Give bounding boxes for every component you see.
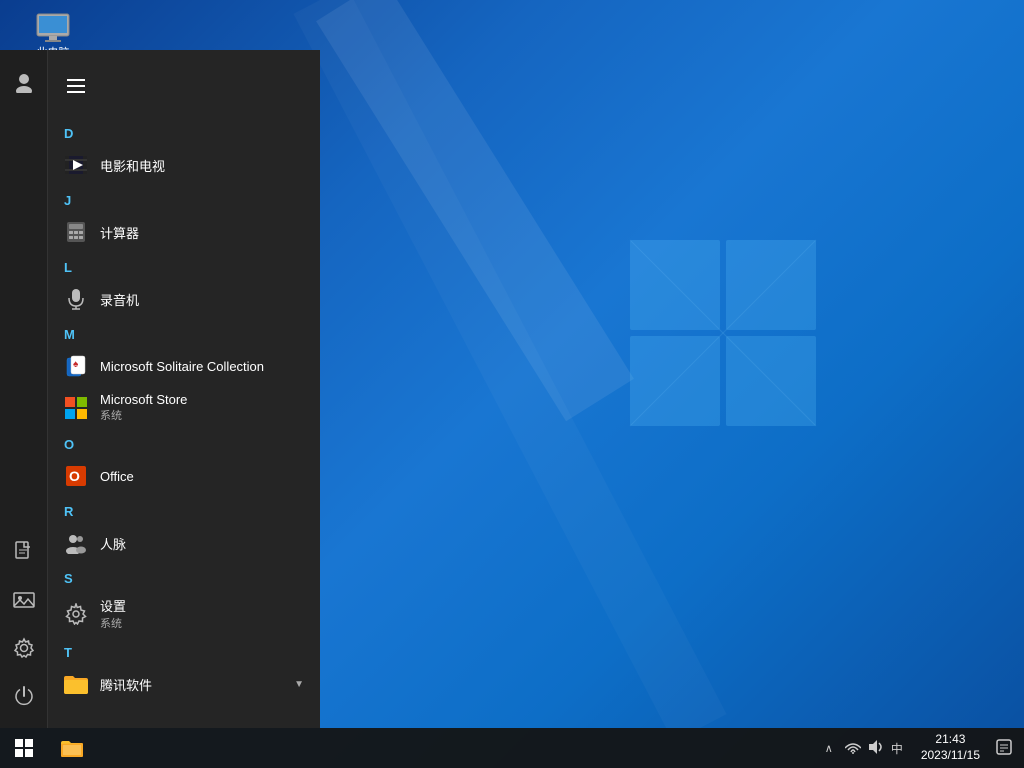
calculator-icon <box>64 220 88 244</box>
settings-name-label: 设置 <box>100 596 126 615</box>
people-label: 人脉 <box>100 534 126 553</box>
hamburger-button[interactable] <box>56 66 96 106</box>
section-o: O <box>48 429 320 456</box>
svg-text:♠: ♠ <box>73 359 79 370</box>
sidebar-profile[interactable] <box>0 58 48 106</box>
office-svg-icon: O <box>65 465 87 487</box>
film-icon <box>65 156 87 174</box>
this-pc-image <box>33 12 73 44</box>
sidebar-document[interactable] <box>0 528 48 576</box>
app-tencent[interactable]: 腾讯软件 ▼ <box>48 664 320 704</box>
hamburger-icon <box>67 79 85 93</box>
app-recorder[interactable]: 录音机 <box>48 279 320 319</box>
tray-volume-icon[interactable] <box>867 739 883 758</box>
taskbar-tray: ∧ 中 21:43 2023/11/15 <box>819 728 1024 768</box>
store-text: Microsoft Store 系统 <box>100 392 187 423</box>
recorder-icon <box>64 287 88 311</box>
section-d: D <box>48 118 320 145</box>
svg-text:O: O <box>69 468 80 484</box>
tray-icons: ∧ 中 <box>819 739 909 758</box>
app-solitaire[interactable]: ♠ Microsoft Solitaire Collection <box>48 346 320 386</box>
movies-tv-label: 电影和电视 <box>100 156 165 175</box>
document-icon <box>14 541 34 563</box>
app-store[interactable]: Microsoft Store 系统 <box>48 386 320 429</box>
windows-logo-icon <box>15 739 33 757</box>
gear-icon <box>65 603 87 625</box>
app-calculator[interactable]: 计算器 <box>48 212 320 252</box>
office-label: Office <box>100 469 134 484</box>
store-name-label: Microsoft Store <box>100 392 187 407</box>
cards-icon: ♠ <box>65 355 87 377</box>
app-people[interactable]: 人脉 <box>48 523 320 563</box>
section-j: J <box>48 185 320 212</box>
solitaire-label: Microsoft Solitaire Collection <box>100 359 264 374</box>
file-explorer-taskbar-button[interactable] <box>48 728 96 768</box>
clock-date: 2023/11/15 <box>921 748 980 764</box>
tray-network-icon[interactable] <box>845 740 861 757</box>
section-r: R <box>48 496 320 523</box>
settings-subtitle-label: 系统 <box>100 615 126 631</box>
notification-button[interactable] <box>992 728 1016 768</box>
movies-tv-icon <box>64 153 88 177</box>
clock-time: 21:43 <box>935 732 965 748</box>
taskbar-clock[interactable]: 21:43 2023/11/15 <box>913 732 988 763</box>
tray-chevron-icon[interactable]: ∧ <box>825 742 833 755</box>
store-subtitle-label: 系统 <box>100 407 187 423</box>
sidebar-power[interactable] <box>0 672 48 720</box>
taskbar: ∧ 中 21:43 2023/11/15 <box>0 728 1024 768</box>
mic-icon <box>67 288 85 310</box>
folder-icon <box>64 674 88 694</box>
section-m: M <box>48 319 320 346</box>
start-button[interactable] <box>0 728 48 768</box>
settings-menu-icon <box>64 602 88 626</box>
sidebar-photos[interactable] <box>0 576 48 624</box>
sidebar-settings[interactable] <box>0 624 48 672</box>
settings-icon <box>13 637 35 659</box>
start-menu-sidebar <box>0 50 48 728</box>
settings-text: 设置 系统 <box>100 596 126 631</box>
profile-icon <box>13 71 35 93</box>
office-icon: O <box>64 464 88 488</box>
solitaire-icon: ♠ <box>64 354 88 378</box>
recorder-label: 录音机 <box>100 290 139 309</box>
section-t: T <box>48 637 320 664</box>
tencent-folder-icon <box>64 672 88 696</box>
section-s: S <box>48 563 320 590</box>
photos-icon <box>13 590 35 610</box>
ms-store-icon <box>65 397 87 419</box>
calculator-label: 计算器 <box>100 223 139 242</box>
section-l: L <box>48 252 320 279</box>
volume-icon <box>867 739 883 755</box>
app-office[interactable]: O Office <box>48 456 320 496</box>
file-explorer-icon <box>61 739 83 757</box>
hamburger-area <box>48 58 320 118</box>
people-icon <box>64 531 88 555</box>
notification-icon <box>996 739 1012 757</box>
power-icon <box>13 685 35 707</box>
store-icon <box>64 396 88 420</box>
tencent-arrow-icon: ▼ <box>294 679 304 690</box>
calc-icon <box>66 221 86 243</box>
start-menu-app-list[interactable]: D 电影和电视 J <box>48 50 320 728</box>
network-icon <box>845 740 861 754</box>
app-settings[interactable]: 设置 系统 <box>48 590 320 637</box>
people-svg-icon <box>65 532 87 554</box>
tencent-label: 腾讯软件 <box>100 675 152 694</box>
app-movies-tv[interactable]: 电影和电视 <box>48 145 320 185</box>
tray-ime-label[interactable]: 中 <box>891 740 903 757</box>
